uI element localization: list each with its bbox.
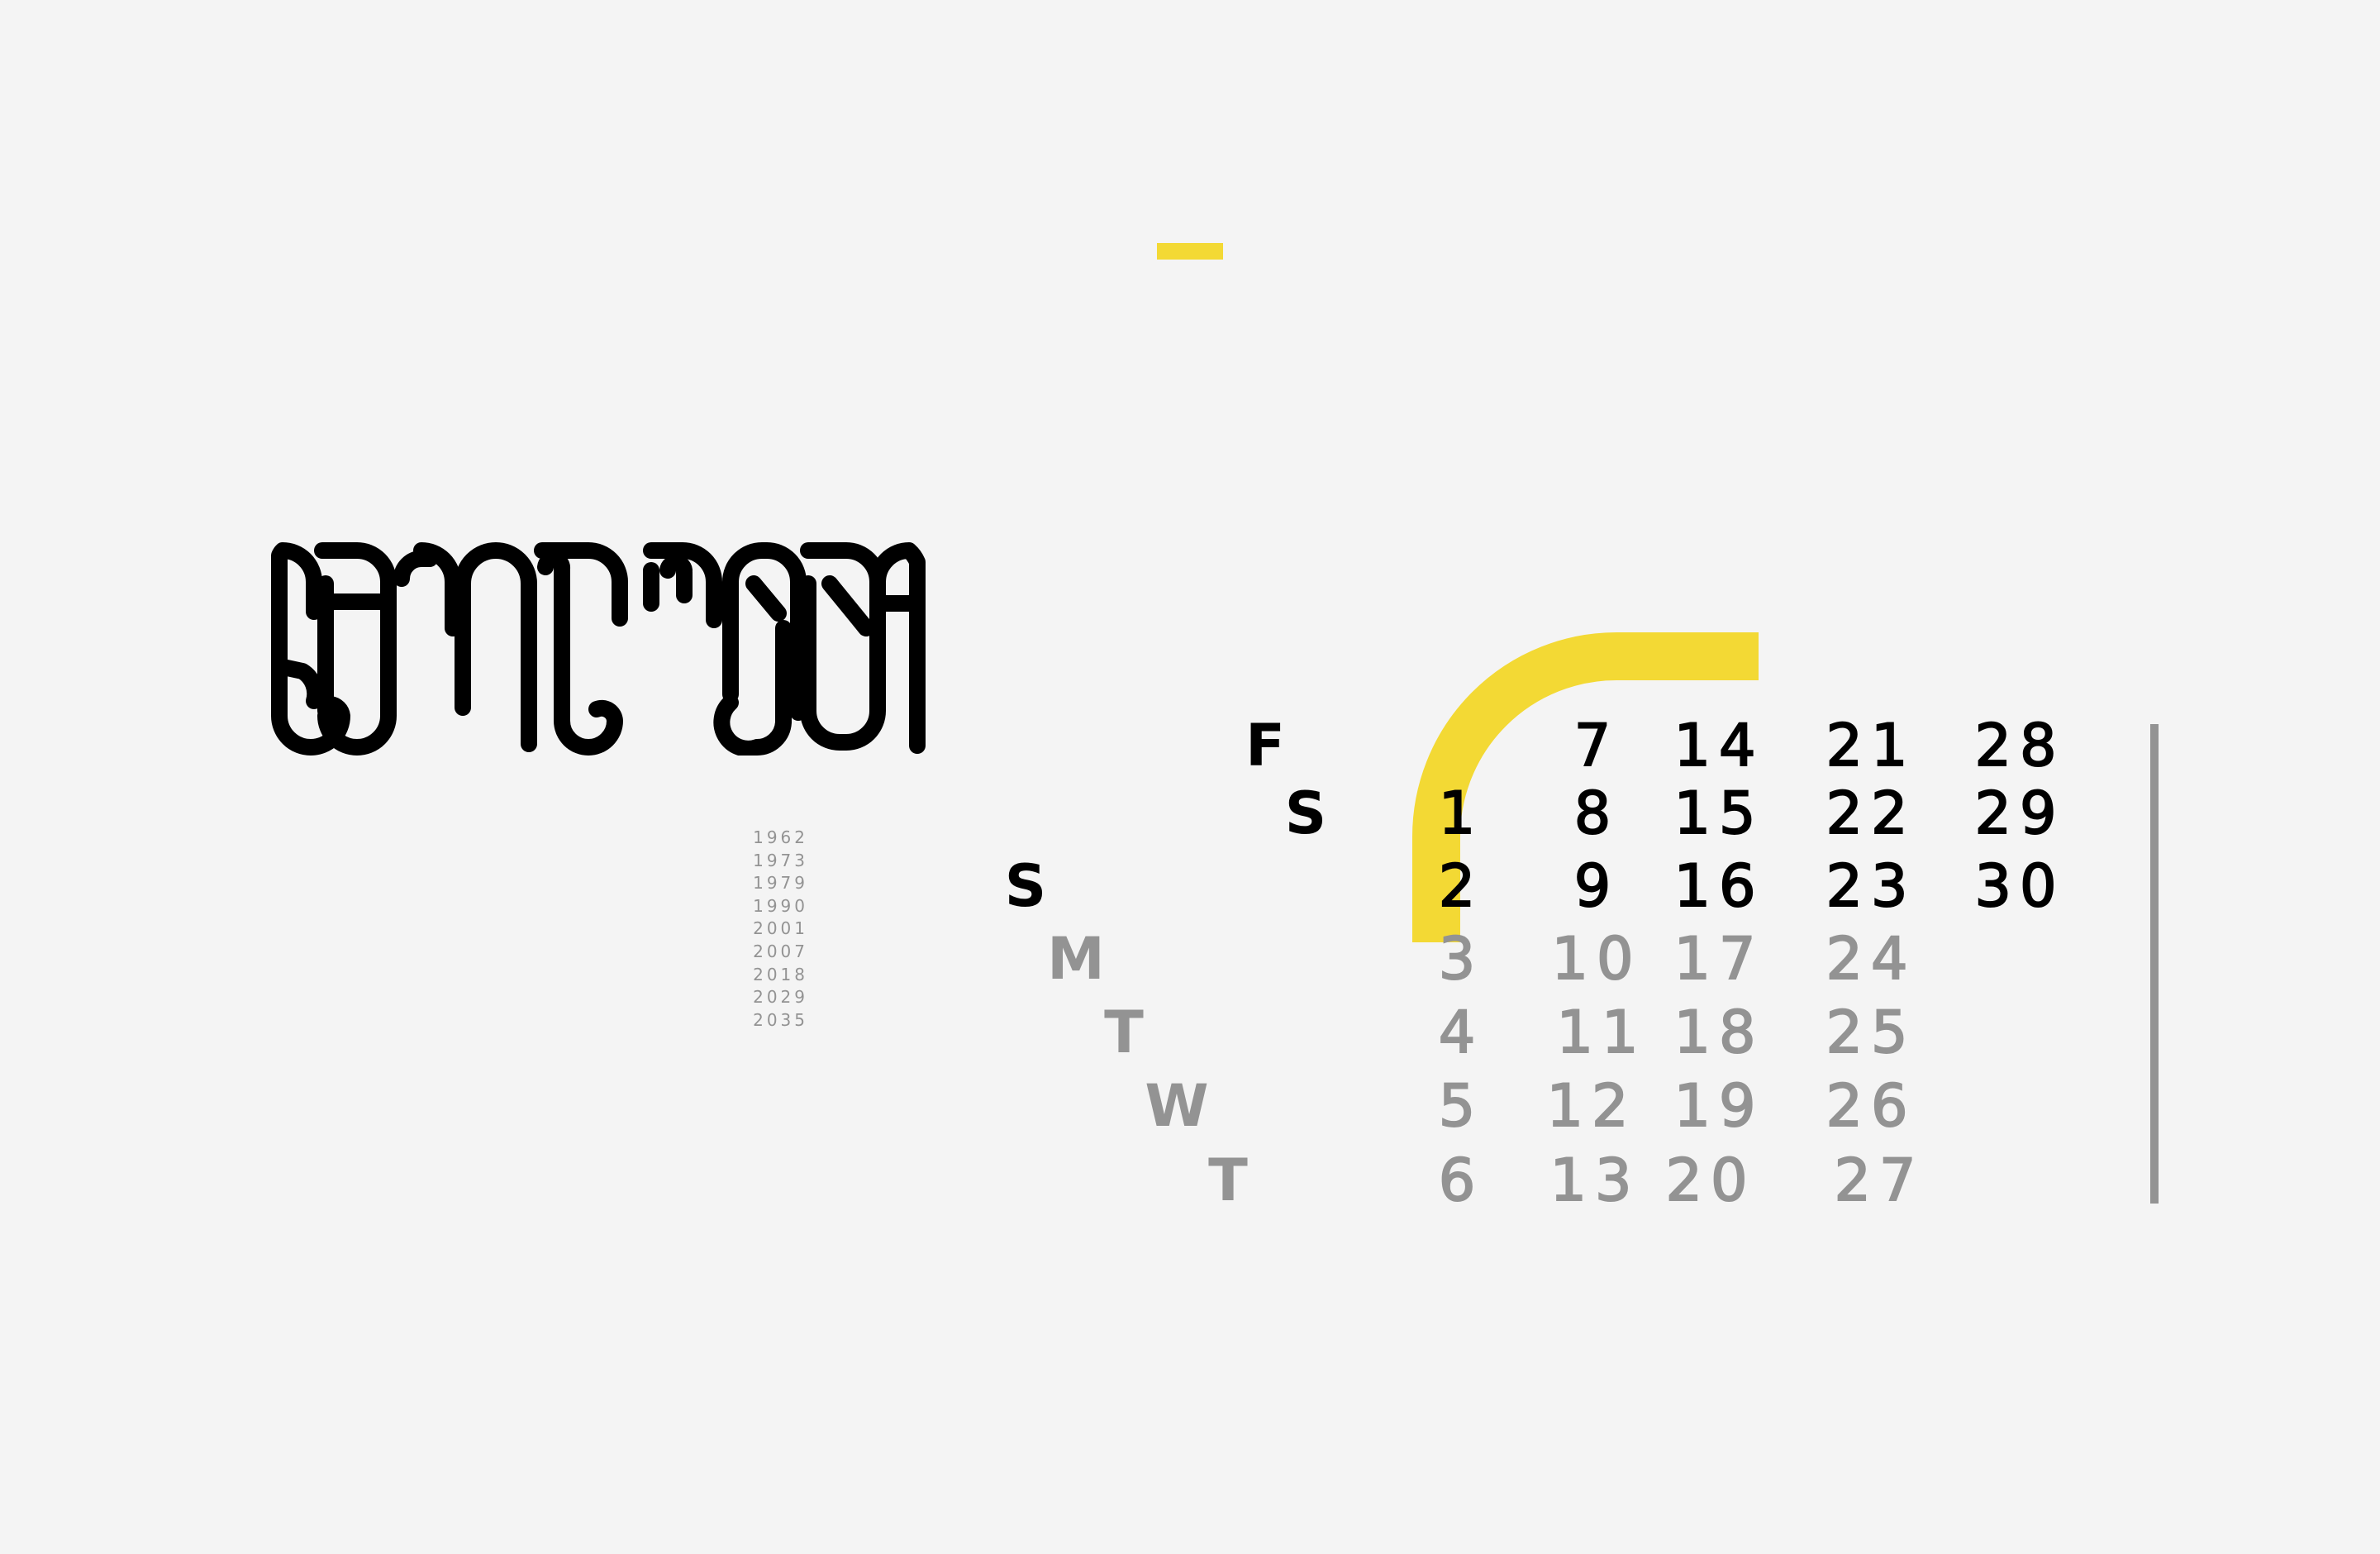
year-item: 1979 (753, 873, 808, 894)
year-item: 2029 (753, 987, 808, 1008)
weekday-label: S (1004, 852, 1047, 920)
calendar-poster: 1962 1973 1979 1990 2001 2007 2018 2029 2035 F71… (0, 0, 2380, 1554)
date-number: 26 (1825, 1072, 1916, 1140)
date-number: 24 (1825, 925, 1916, 993)
date-number: 9 (1573, 852, 1620, 920)
date-number: 29 (1973, 779, 2065, 847)
date-number: 16 (1673, 852, 1764, 920)
year-item: 2035 (753, 1009, 808, 1030)
year-item: 1990 (753, 895, 808, 916)
date-number: 7 (1573, 712, 1620, 779)
date-number: 20 (1664, 1146, 1756, 1214)
date-number: 30 (1973, 852, 2065, 920)
weekday-label: F (1245, 712, 1285, 779)
year-item: 1973 (753, 850, 808, 870)
weekday-label: W (1145, 1072, 1209, 1140)
date-number: 5 (1438, 1072, 1484, 1140)
date-number: 15 (1673, 779, 1764, 847)
weekday-label: S (1284, 779, 1327, 847)
date-number: 19 (1673, 1072, 1764, 1140)
date-number: 2 (1438, 852, 1484, 920)
date-number: 12 (1545, 1072, 1637, 1140)
year-item: 1962 (753, 827, 808, 847)
date-number: 3 (1438, 925, 1484, 993)
date-number: 22 (1825, 779, 1916, 847)
date-number: 13 (1549, 1146, 1640, 1214)
date-number: 14 (1673, 712, 1764, 779)
year-item: 2001 (753, 918, 808, 939)
date-number: 21 (1825, 712, 1916, 779)
date-number: 6 (1438, 1146, 1484, 1214)
date-number: 28 (1973, 712, 2065, 779)
date-number: 27 (1833, 1146, 1925, 1214)
month-title-logo (271, 542, 926, 756)
date-number: 18 (1673, 999, 1764, 1066)
date-number: 1 (1438, 779, 1484, 847)
vertical-divider (2150, 724, 2159, 1204)
date-number: 10 (1550, 925, 1642, 993)
weekday-label: T (1208, 1146, 1248, 1214)
year-item: 2007 (753, 941, 808, 961)
date-number: 23 (1825, 852, 1916, 920)
date-number: 17 (1673, 925, 1764, 993)
weekday-label: M (1047, 925, 1105, 993)
year-list: 1962 1973 1979 1990 2001 2007 2018 2029 2035 (717, 827, 808, 1032)
date-number: 8 (1573, 779, 1620, 847)
year-item: 2018 (753, 964, 808, 984)
date-number: 11 (1555, 999, 1647, 1066)
date-number: 25 (1825, 999, 1916, 1066)
date-number: 4 (1438, 999, 1484, 1066)
weekday-label: T (1104, 999, 1144, 1066)
